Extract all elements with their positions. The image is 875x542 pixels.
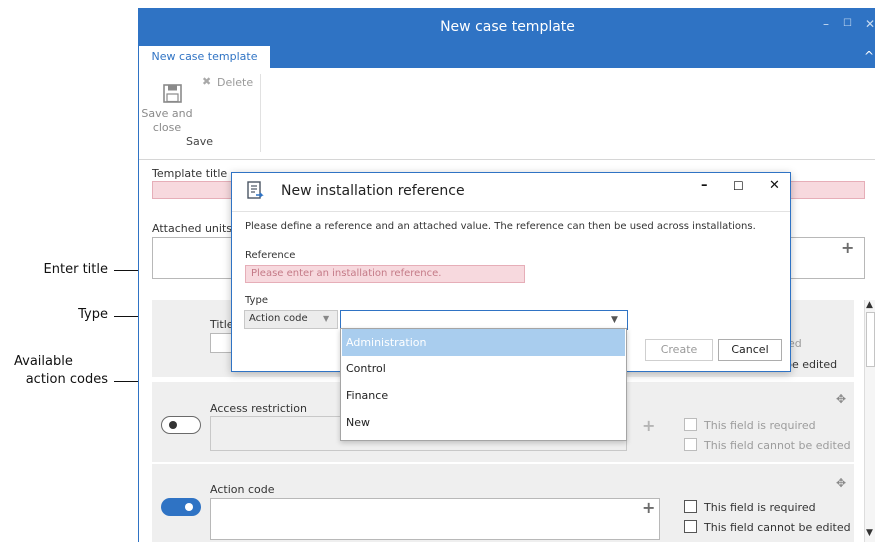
save-and-close-label-1: Save and <box>141 107 193 120</box>
delete-x-icon: ✖ <box>202 75 212 88</box>
action-code-label: Action code <box>210 483 275 496</box>
add-access-restriction-icon[interactable]: + <box>642 418 655 434</box>
access-cannot-edit-checkbox[interactable] <box>684 438 697 451</box>
add-attached-unit-icon[interactable]: + <box>841 240 854 256</box>
move-handle-icon[interactable]: ✥ <box>836 392 846 406</box>
dropdown-option-control[interactable]: Control <box>342 355 625 382</box>
action-code-field[interactable] <box>210 498 660 540</box>
dropdown-option-finance[interactable]: Finance <box>342 382 625 409</box>
window-close-button[interactable]: ✕ <box>865 17 875 31</box>
dialog-title: New installation reference <box>281 183 465 199</box>
access-required-checkbox[interactable] <box>684 418 697 431</box>
toggle-knob <box>169 421 177 429</box>
scroll-up-icon[interactable]: ▲ <box>866 300 873 310</box>
callout-action-codes: action codes <box>25 372 108 387</box>
cancel-button[interactable]: Cancel <box>718 339 782 361</box>
action-required-label: This field is required <box>704 501 816 514</box>
callout-available-line1: Available <box>14 354 73 369</box>
action-required-checkbox[interactable] <box>684 500 697 513</box>
dialog-minimize-button[interactable]: – <box>701 178 708 193</box>
tab-new-case-template[interactable]: New case template <box>139 46 270 68</box>
ribbon-tab-row: New case template ^ <box>139 46 875 68</box>
move-handle-icon[interactable]: ✥ <box>836 476 846 490</box>
action-code-combobox[interactable]: ▼ <box>340 310 628 330</box>
callout-enter-title: Enter title <box>43 262 108 277</box>
dialog-divider <box>232 211 790 212</box>
dialog-close-button[interactable]: ✕ <box>769 178 780 193</box>
dialog-maximize-button[interactable]: ☐ <box>733 179 744 193</box>
reference-input[interactable]: Please enter an installation reference. <box>245 265 525 283</box>
document-icon <box>247 181 264 199</box>
vertical-scrollbar[interactable]: ▲ ▼ <box>864 300 875 542</box>
access-restriction-label: Access restriction <box>210 402 307 415</box>
template-title-label: Template title <box>152 167 228 180</box>
toggle-knob <box>185 503 193 511</box>
delete-label: Delete <box>217 76 254 89</box>
access-required-label: This field is required <box>704 419 816 432</box>
add-action-code-icon[interactable]: + <box>642 500 655 516</box>
title-bar: New case template – ☐ ✕ <box>139 8 875 46</box>
action-code-dropdown-list: Administration Control Finance New <box>340 328 627 441</box>
dropdown-option-new[interactable]: New <box>342 409 625 436</box>
type-label: Type <box>245 295 268 306</box>
attached-units-label: Attached units <box>152 222 233 235</box>
access-cannot-edit-label: This field cannot be edited <box>704 439 851 452</box>
callout-type: Type <box>78 307 108 322</box>
title-edited-partial: pe edited <box>785 358 838 371</box>
window-title: New case template <box>440 19 575 35</box>
window-minimize-button[interactable]: – <box>823 17 829 31</box>
window-maximize-button[interactable]: ☐ <box>843 18 852 29</box>
action-code-section: ✥ Action code + This field is required T… <box>152 464 854 542</box>
access-restriction-toggle[interactable] <box>161 416 201 434</box>
action-code-toggle[interactable] <box>161 498 201 516</box>
chevron-up-icon[interactable]: ^ <box>864 49 874 63</box>
create-button[interactable]: Create <box>645 339 713 361</box>
ribbon-separator <box>260 74 261 152</box>
scroll-down-icon[interactable]: ▼ <box>866 528 873 538</box>
type-select[interactable]: Action code ▼ <box>244 310 338 329</box>
dropdown-option-administration[interactable]: Administration <box>342 329 625 356</box>
floppy-disk-icon <box>163 84 182 103</box>
save-and-close-button[interactable]: Save and close <box>139 74 209 136</box>
reference-label: Reference <box>245 250 296 261</box>
ribbon-group-save: Save <box>185 135 213 148</box>
dialog-description: Please define a reference and an attache… <box>245 221 756 232</box>
delete-button[interactable]: ✖ Delete <box>202 74 262 92</box>
save-and-close-label-2: close <box>152 121 182 134</box>
type-select-value: Action code <box>249 313 308 324</box>
chevron-down-icon[interactable]: ▼ <box>611 315 618 325</box>
chevron-down-icon: ▼ <box>323 314 330 323</box>
callout-available: Available <box>0 354 108 370</box>
ribbon: Save and close ✖ Delete Save <box>139 68 875 160</box>
scroll-thumb[interactable] <box>866 312 875 367</box>
action-cannot-edit-checkbox[interactable] <box>684 520 697 533</box>
action-cannot-edit-label: This field cannot be edited <box>704 521 851 534</box>
reference-placeholder: Please enter an installation reference. <box>251 268 442 279</box>
